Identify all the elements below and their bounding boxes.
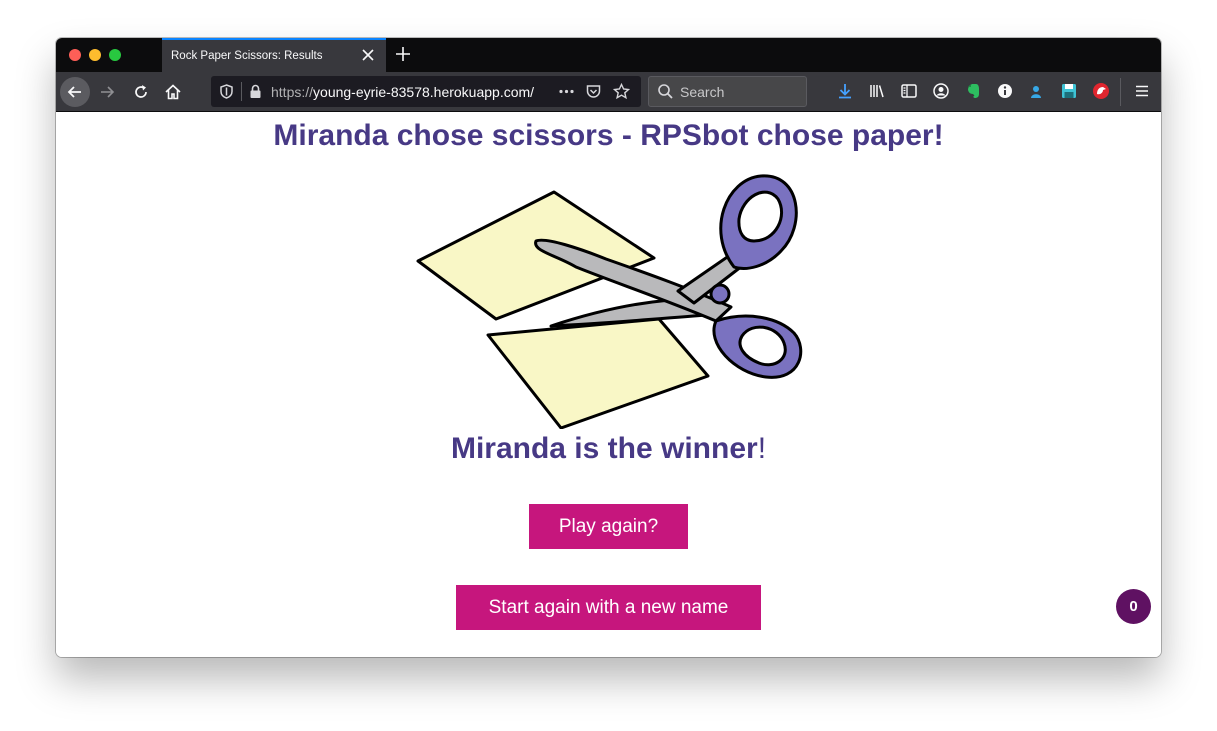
counter-badge[interactable]: 0 (1116, 589, 1151, 624)
paper-sheet-top (416, 190, 656, 321)
extension-icon (1031, 86, 1041, 98)
url-divider (241, 82, 242, 101)
back-button[interactable] (60, 77, 90, 107)
account-icon (933, 83, 949, 99)
downloads-button[interactable] (835, 81, 855, 101)
sidebar-icon (901, 84, 917, 98)
evernote-button[interactable] (963, 81, 983, 101)
url-scheme: https:// (271, 84, 314, 100)
download-icon (839, 84, 851, 99)
url-host: young-eyrie-83578.herokuapp.com/ (313, 84, 535, 100)
toolbar-divider (1120, 78, 1121, 106)
reload-icon (135, 85, 147, 98)
page-content: Miranda chose scissors - RPSbot chose pa… (56, 112, 1161, 657)
save-button[interactable] (1059, 81, 1079, 101)
play-again-button[interactable]: Play again? (529, 504, 688, 549)
winner-text: Miranda is the winner (450, 432, 758, 465)
info-icon (998, 84, 1012, 98)
menu-button[interactable] (1132, 81, 1152, 101)
pocket-icon[interactable] (585, 83, 602, 100)
evernote-icon (968, 84, 979, 98)
new-tab-icon[interactable] (394, 45, 412, 63)
start-again-new-name-button[interactable]: Start again with a new name (456, 585, 761, 630)
back-arrow-icon (67, 86, 81, 98)
navigation-toolbar: https://young-eyrie-83578.herokuapp.com/… (56, 72, 1161, 124)
forward-arrow-icon (101, 86, 115, 98)
page-title: Miranda chose scissors - RPSbot chose pa… (273, 119, 944, 152)
forward-button[interactable] (92, 77, 122, 107)
url-text[interactable]: https://young-eyrie-83578.herokuapp.com/ (271, 84, 549, 100)
search-icon (658, 84, 673, 99)
bookmark-star-icon[interactable] (613, 83, 630, 100)
page-actions-icon[interactable] (558, 83, 575, 100)
library-icon (870, 85, 884, 98)
hamburger-menu-icon (1136, 85, 1148, 97)
winner-message: Miranda is the winner! (56, 432, 1161, 466)
sidebar-button[interactable] (899, 81, 919, 101)
info-button[interactable] (995, 81, 1015, 101)
save-icon (1062, 84, 1076, 98)
tab-results[interactable]: Rock Paper Scissors: Results (162, 38, 386, 72)
browser-window: Rock Paper Scissors: Results https://you… (56, 38, 1161, 657)
extension-button[interactable] (1027, 81, 1047, 101)
account-button[interactable] (931, 81, 951, 101)
url-bar[interactable]: https://young-eyrie-83578.herokuapp.com/ (211, 76, 641, 107)
winner-punctuation: ! (757, 432, 767, 465)
reload-button[interactable] (126, 77, 156, 107)
search-placeholder: Search (680, 84, 725, 100)
library-button[interactable] (867, 81, 887, 101)
scissors-paper-illustration (416, 174, 803, 429)
window-maximize-button[interactable] (109, 49, 121, 61)
tracking-shield-icon[interactable] (218, 83, 235, 100)
lock-icon[interactable] (247, 83, 264, 100)
window-minimize-button[interactable] (89, 49, 101, 61)
close-icon[interactable] (360, 47, 376, 63)
paper-sheet-bottom (486, 317, 710, 429)
home-button[interactable] (158, 77, 188, 107)
tab-bar: Rock Paper Scissors: Results (56, 38, 1161, 72)
bird-icon (1093, 83, 1109, 99)
search-bar[interactable]: Search (648, 76, 807, 107)
window-close-button[interactable] (69, 49, 81, 61)
home-icon (165, 84, 181, 100)
tab-title: Rock Paper Scissors: Results (171, 50, 323, 62)
bird-extension-button[interactable] (1091, 81, 1111, 101)
